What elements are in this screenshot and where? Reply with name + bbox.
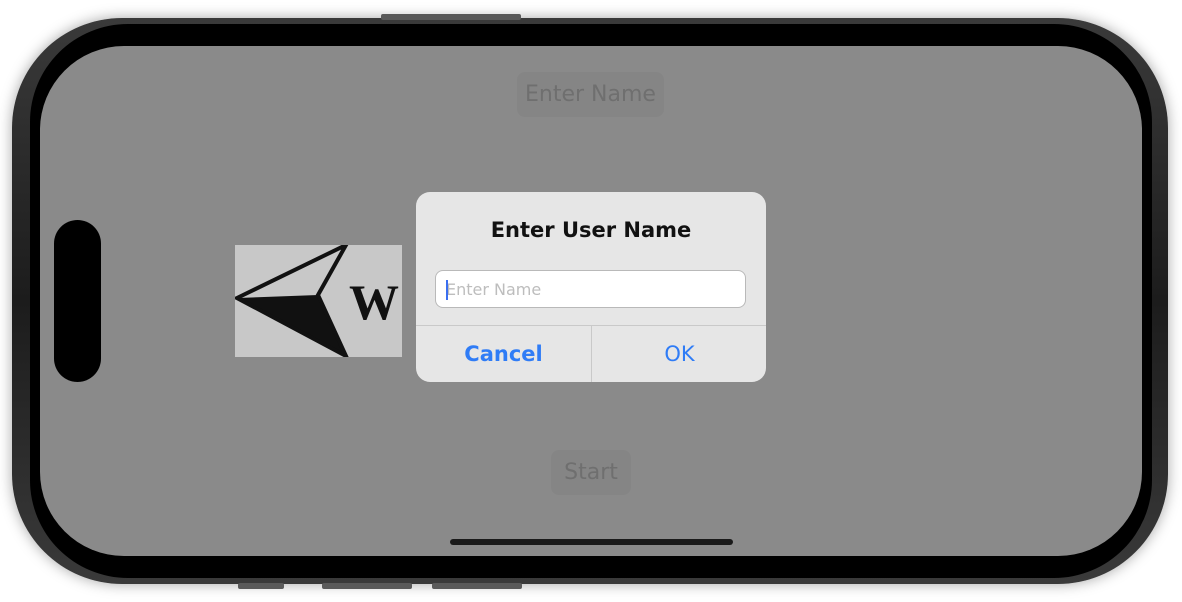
app-logo: W (235, 245, 402, 357)
home-indicator[interactable] (450, 539, 733, 545)
volume-button (238, 583, 284, 589)
cancel-button[interactable]: Cancel (416, 326, 591, 382)
text-cursor (446, 280, 448, 300)
logo-letter: W (349, 274, 399, 330)
name-input-container (435, 270, 746, 308)
top-hardware-button (381, 14, 521, 20)
volume-down-button (432, 583, 522, 589)
ok-button[interactable]: OK (592, 326, 766, 382)
start-button[interactable]: Start (551, 450, 631, 495)
enter-user-name-alert: Enter User Name Cancel OK (416, 192, 766, 382)
device-stage: Enter Name Start W Enter User Name Cance… (0, 0, 1182, 602)
name-input[interactable] (436, 271, 745, 307)
enter-name-button[interactable]: Enter Name (517, 72, 664, 117)
dynamic-island (54, 220, 101, 382)
volume-up-button (322, 583, 412, 589)
alert-title: Enter User Name (490, 218, 692, 242)
